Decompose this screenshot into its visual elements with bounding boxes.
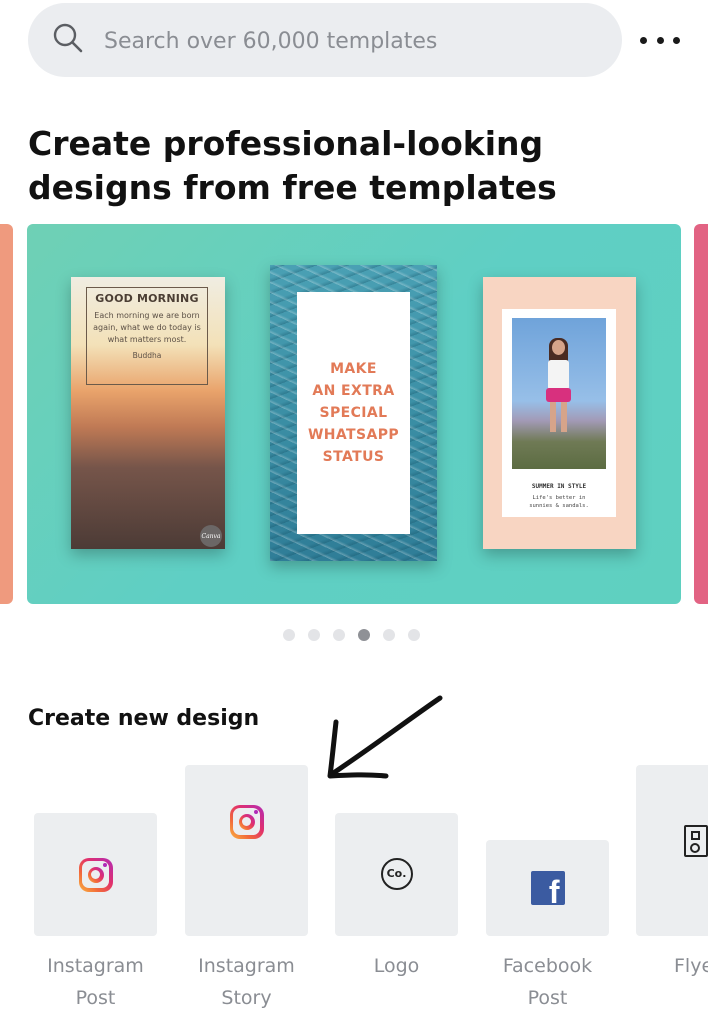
whatsapp-card-panel: MAKE AN EXTRA SPECIAL WHATSAPP STATUS	[297, 292, 410, 534]
template-carousel-slide[interactable]: GOOD MORNING Each morning we are born ag…	[27, 224, 681, 604]
carousel-dot[interactable]	[333, 629, 345, 641]
quote-title: GOOD MORNING	[95, 292, 199, 305]
create-new-design-heading: Create new design	[28, 706, 260, 731]
carousel-dot[interactable]	[283, 629, 295, 641]
carousel-dot[interactable]	[408, 629, 420, 641]
arrow-annotation-icon	[327, 695, 443, 779]
carousel-dot[interactable]	[308, 629, 320, 641]
carousel-dot[interactable]	[383, 629, 395, 641]
design-tile-instagram-post[interactable]	[34, 813, 157, 936]
page-headline: Create professional-looking designs from…	[28, 124, 557, 207]
design-tile-label[interactable]: Facebook Post	[477, 950, 618, 1014]
summer-card-subtitle: Life's better in sunnies & sandals.	[529, 495, 589, 509]
carousel-dot-active[interactable]	[358, 629, 370, 641]
design-tile-flyer[interactable]	[636, 765, 708, 936]
woman-in-field-photo	[512, 318, 606, 469]
summer-card-panel: SUMMER IN STYLE Life's better in sunnies…	[502, 309, 616, 517]
quote-box: GOOD MORNING Each morning we are born ag…	[86, 287, 208, 385]
carousel-prev-slide-peek[interactable]	[0, 224, 13, 604]
design-tile-label[interactable]: Flye	[674, 950, 708, 982]
carousel-next-slide-peek[interactable]	[694, 224, 708, 604]
instagram-icon	[78, 857, 113, 892]
flyer-icon	[684, 825, 708, 857]
search-icon	[53, 23, 83, 53]
search-input[interactable]	[102, 3, 606, 79]
design-tile-label[interactable]: Instagram Story	[176, 950, 317, 1014]
more-options-button[interactable]	[640, 24, 680, 56]
design-tile-logo[interactable]: Co.	[335, 813, 458, 936]
more-horizontal-icon	[640, 36, 647, 44]
design-tile-label[interactable]: Instagram Post	[25, 950, 166, 1014]
design-tile-label[interactable]: Logo	[326, 950, 467, 982]
logo-co-icon: Co.	[380, 857, 413, 890]
template-card-summer-in-style[interactable]: SUMMER IN STYLE Life's better in sunnies…	[483, 277, 636, 549]
quote-text: Each morning we are born again, what we …	[93, 311, 201, 344]
instagram-icon	[229, 804, 264, 839]
design-tile-facebook-post[interactable]: f	[486, 840, 609, 936]
summer-card-title: SUMMER IN STYLE	[531, 483, 587, 490]
facebook-icon: f	[530, 871, 565, 905]
quote-author: Buddha	[132, 351, 162, 360]
whatsapp-card-text: MAKE AN EXTRA SPECIAL WHATSAPP STATUS	[307, 361, 400, 465]
carousel-pagination	[283, 629, 420, 641]
template-card-good-morning[interactable]: GOOD MORNING Each morning we are born ag…	[71, 277, 225, 549]
template-card-whatsapp-status[interactable]: MAKE AN EXTRA SPECIAL WHATSAPP STATUS	[270, 265, 437, 561]
design-tile-instagram-story[interactable]	[185, 765, 308, 936]
canva-logo-badge: Canva	[200, 525, 222, 547]
search-bar[interactable]	[28, 3, 622, 79]
